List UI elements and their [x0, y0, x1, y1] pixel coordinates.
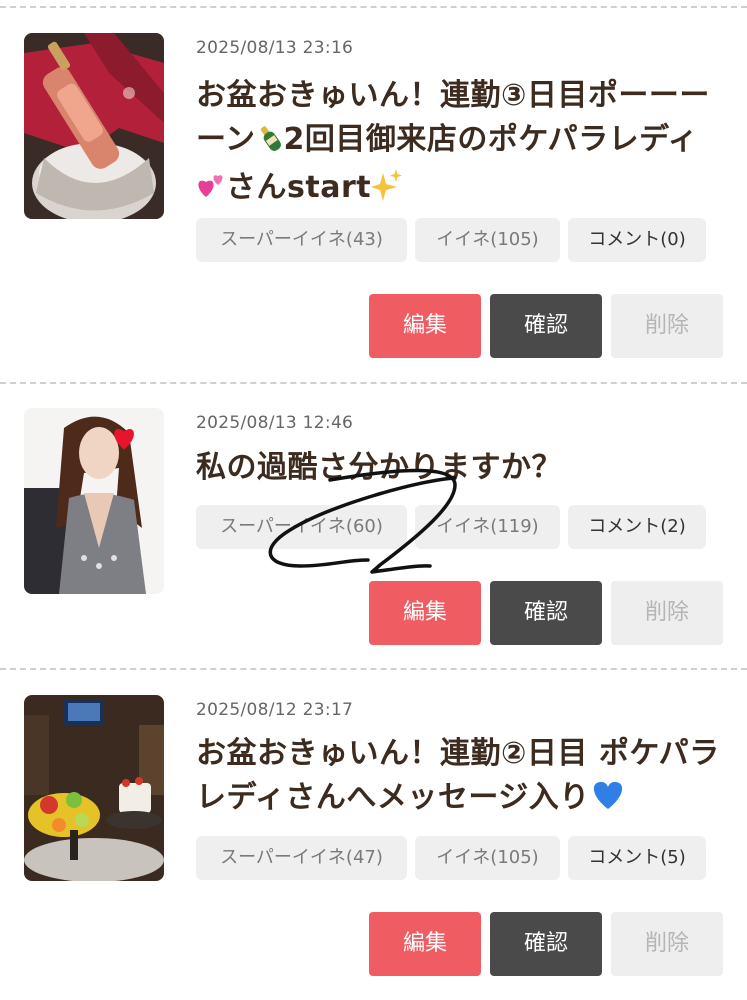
post-thumbnail[interactable]: [24, 33, 164, 219]
comment-chip[interactable]: コメント(0): [568, 218, 706, 262]
post-title-text: さんstart: [226, 170, 372, 205]
post-feed: 2025/08/13 23:16 お盆おきゅいん！連勤③日目ポーーーーン 2回目御…: [0, 0, 747, 1000]
super-like-chip[interactable]: スーパーイイネ(60): [196, 505, 407, 549]
confirm-button[interactable]: 確認: [490, 294, 602, 358]
champagne-bottle-icon: [256, 122, 284, 166]
like-chip[interactable]: イイネ(105): [415, 218, 560, 262]
post-thumbnail[interactable]: [24, 408, 164, 594]
divider: [0, 382, 747, 384]
blue-heart-icon: [590, 779, 626, 824]
comment-chip[interactable]: コメント(5): [568, 836, 706, 880]
post-title-text: 2回目御来店のポケパラレディ: [283, 122, 699, 157]
like-chip[interactable]: イイネ(119): [415, 505, 560, 549]
confirm-button[interactable]: 確認: [490, 912, 602, 976]
post-title[interactable]: 私の過酷さ分かりますか？: [196, 446, 726, 490]
post-title[interactable]: お盆おきゅいん！連勤③日目ポーーーーン 2回目御来店のポケパラレディさんstart: [196, 74, 726, 214]
two-hearts-icon: [196, 170, 226, 214]
post-title-text: お盆おきゅいん！連勤②日目 ポケパラレディさんへメッセージ入り: [196, 736, 720, 815]
super-like-chip[interactable]: スーパーイイネ(43): [196, 218, 407, 262]
delete-button[interactable]: 削除: [611, 581, 723, 645]
like-chip[interactable]: イイネ(105): [415, 836, 560, 880]
delete-button[interactable]: 削除: [611, 912, 723, 976]
super-like-chip[interactable]: スーパーイイネ(47): [196, 836, 407, 880]
edit-button[interactable]: 編集: [369, 581, 481, 645]
woman-photo: [24, 408, 164, 594]
champagne-photo: [24, 33, 164, 219]
edit-button[interactable]: 編集: [369, 294, 481, 358]
fruit-platter-photo: [24, 695, 164, 881]
divider: [0, 6, 747, 8]
sparkles-icon: [371, 169, 403, 214]
confirm-button[interactable]: 確認: [490, 581, 602, 645]
comment-chip[interactable]: コメント(2): [568, 505, 706, 549]
post-date: 2025/08/12 23:17: [196, 700, 354, 720]
edit-button[interactable]: 編集: [369, 912, 481, 976]
post-date: 2025/08/13 23:16: [196, 38, 354, 58]
delete-button[interactable]: 削除: [611, 294, 723, 358]
post-date: 2025/08/13 12:46: [196, 413, 354, 433]
post-thumbnail[interactable]: [24, 695, 164, 881]
divider: [0, 668, 747, 670]
post-title[interactable]: お盆おきゅいん！連勤②日目 ポケパラレディさんへメッセージ入り: [196, 732, 726, 824]
